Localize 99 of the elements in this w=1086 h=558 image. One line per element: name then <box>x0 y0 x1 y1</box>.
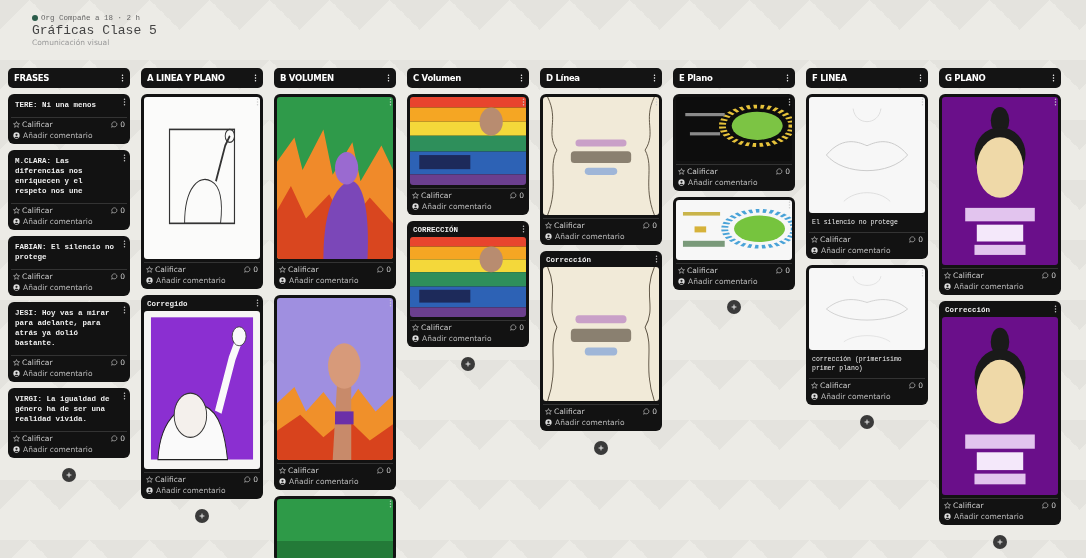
add-post-button[interactable] <box>993 535 1007 549</box>
more-icon[interactable] <box>123 306 126 314</box>
more-icon[interactable] <box>919 74 922 82</box>
comment-icon <box>111 121 119 128</box>
more-icon[interactable] <box>653 74 656 82</box>
comment-icon <box>377 467 385 474</box>
more-icon[interactable] <box>786 74 789 82</box>
more-icon[interactable] <box>655 255 658 263</box>
more-icon[interactable] <box>522 225 525 233</box>
more-icon[interactable] <box>254 74 257 82</box>
avatar-icon <box>13 284 20 291</box>
avatar-icon <box>545 419 552 426</box>
avatar-icon <box>944 283 951 290</box>
plus-icon <box>863 418 871 426</box>
comment-icon <box>643 222 651 229</box>
add-post-button[interactable] <box>62 468 76 482</box>
comment-icon <box>111 207 119 214</box>
more-icon[interactable] <box>123 240 126 248</box>
avatar-icon <box>678 179 685 186</box>
column-header[interactable]: F LINEA <box>806 68 928 88</box>
avatar-icon <box>13 370 20 377</box>
add-post-button[interactable] <box>461 357 475 371</box>
comment-icon <box>111 273 119 280</box>
star-icon <box>13 359 20 366</box>
column-header[interactable]: A LINEA Y PLANO <box>141 68 263 88</box>
plus-icon <box>597 444 605 452</box>
star-icon <box>13 121 20 128</box>
more-icon[interactable] <box>121 74 124 82</box>
column-header[interactable]: G PLANO <box>939 68 1061 88</box>
more-icon[interactable] <box>123 98 126 106</box>
column-header[interactable]: B VOLUMEN <box>274 68 396 88</box>
star-icon <box>13 273 20 280</box>
comment-icon <box>909 382 917 389</box>
star-icon <box>279 467 286 474</box>
comment-icon <box>111 359 119 366</box>
comment-icon <box>1042 272 1050 279</box>
comment-icon <box>643 408 651 415</box>
more-icon[interactable] <box>123 154 126 162</box>
comment-icon <box>377 266 385 273</box>
star-icon <box>13 435 20 442</box>
avatar-icon <box>13 218 20 225</box>
comment-icon <box>244 476 252 483</box>
avatar-icon <box>146 487 153 494</box>
star-icon <box>811 236 818 243</box>
comment-icon <box>510 192 518 199</box>
more-icon[interactable] <box>1054 305 1057 313</box>
comment-icon <box>776 168 784 175</box>
comment-icon <box>244 266 252 273</box>
plus-icon <box>730 303 738 311</box>
comment-icon <box>111 435 119 442</box>
star-icon <box>412 192 419 199</box>
star-icon <box>279 266 286 273</box>
board-title: Gráficas Clase 5 <box>32 23 158 38</box>
plus-icon <box>464 360 472 368</box>
avatar-icon <box>811 393 818 400</box>
comment-icon <box>1042 502 1050 509</box>
more-icon[interactable] <box>1052 74 1055 82</box>
more-icon[interactable] <box>123 392 126 400</box>
star-icon <box>944 272 951 279</box>
avatar-icon <box>678 278 685 285</box>
star-icon <box>13 207 20 214</box>
more-icon[interactable] <box>387 74 390 82</box>
avatar-icon <box>279 277 286 284</box>
avatar-icon <box>279 478 286 485</box>
star-icon <box>678 168 685 175</box>
avatar-icon <box>412 203 419 210</box>
add-post-button[interactable] <box>195 509 209 523</box>
star-icon <box>944 502 951 509</box>
star-icon <box>811 382 818 389</box>
avatar-icon <box>545 233 552 240</box>
avatar-icon <box>412 335 419 342</box>
star-icon <box>146 266 153 273</box>
comment-icon <box>776 267 784 274</box>
avatar-icon <box>13 446 20 453</box>
star-icon <box>412 324 419 331</box>
add-post-button[interactable] <box>860 415 874 429</box>
column-header[interactable]: FRASES <box>8 68 130 88</box>
more-icon[interactable] <box>256 299 259 307</box>
plus-icon <box>65 471 73 479</box>
add-post-button[interactable] <box>594 441 608 455</box>
more-icon[interactable] <box>520 74 523 82</box>
column-header[interactable]: C Volumen <box>407 68 529 88</box>
avatar-icon <box>944 513 951 520</box>
comment-icon <box>909 236 917 243</box>
avatar-icon <box>32 15 38 21</box>
star-icon <box>545 222 552 229</box>
avatar-icon <box>146 277 153 284</box>
star-icon <box>545 408 552 415</box>
more-icon[interactable] <box>788 98 791 106</box>
plus-icon <box>198 512 206 520</box>
star-icon <box>678 267 685 274</box>
avatar-icon <box>811 247 818 254</box>
avatar-icon <box>13 132 20 139</box>
plus-icon <box>996 538 1004 546</box>
comment-icon <box>510 324 518 331</box>
add-post-button[interactable] <box>727 300 741 314</box>
column-header[interactable]: E Plano <box>673 68 795 88</box>
column-header[interactable]: D Línea <box>540 68 662 88</box>
star-icon <box>146 476 153 483</box>
